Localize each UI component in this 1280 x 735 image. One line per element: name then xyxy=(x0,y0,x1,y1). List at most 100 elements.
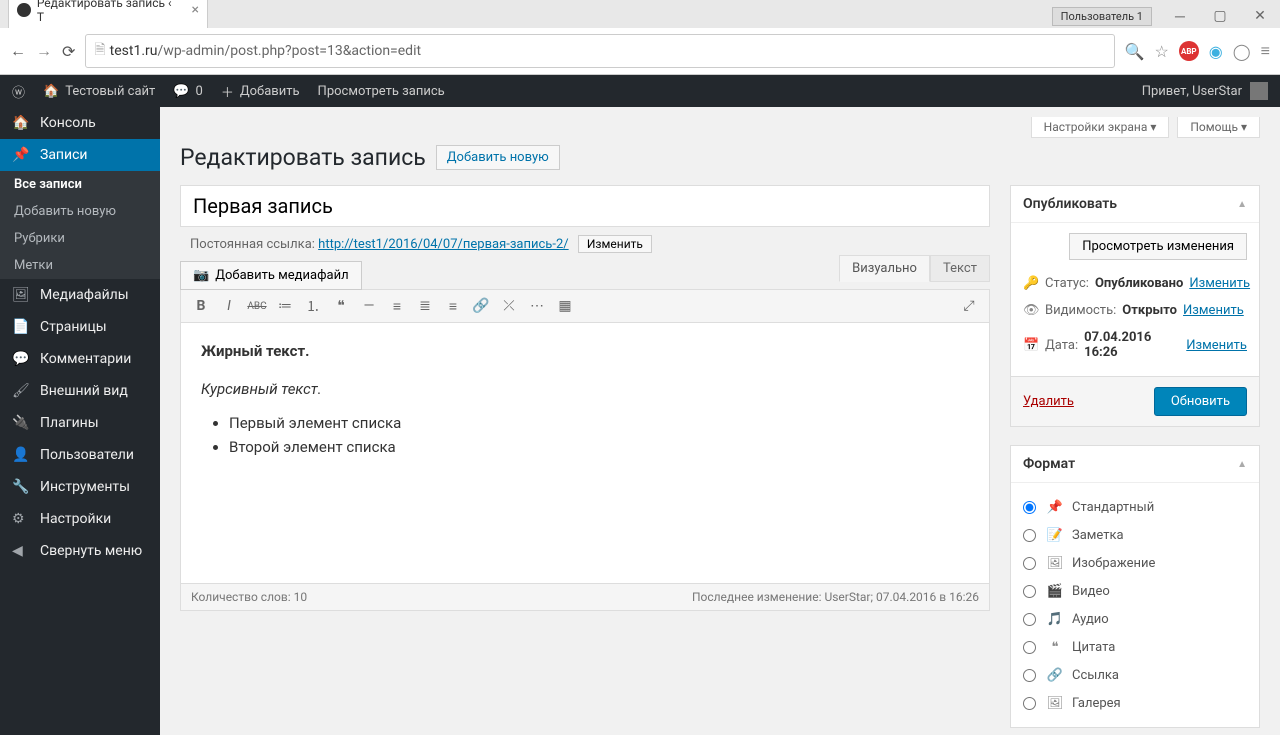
window-close-icon[interactable]: ✕ xyxy=(1240,4,1280,28)
last-edit: Последнее изменение: UserStar; 07.04.201… xyxy=(692,590,979,604)
zoom-icon[interactable]: 🔍 xyxy=(1125,42,1145,61)
chevron-down-icon: ▾ xyxy=(1150,120,1156,134)
help-toggle[interactable]: Помощь ▾ xyxy=(1177,117,1260,138)
nav-forward-icon[interactable]: → xyxy=(36,41,52,61)
submenu-add-new[interactable]: Добавить новую xyxy=(0,198,160,225)
bold-button[interactable]: B xyxy=(189,294,213,318)
numbered-list-button[interactable]: ⒈ xyxy=(301,294,325,318)
video-icon: 🎬 xyxy=(1046,582,1064,600)
format-aside[interactable]: 📝Заметка xyxy=(1023,521,1247,549)
menu-appearance[interactable]: 🖌Внешний вид xyxy=(0,375,160,407)
format-box: Формат ▲ 📌Стандартный 📝Заметка 🖼Изображе… xyxy=(1010,445,1260,728)
editor-tab-visual[interactable]: Визуально xyxy=(839,255,930,282)
posts-submenu: Все записи Добавить новую Рубрики Метки xyxy=(0,171,160,279)
menu-pages[interactable]: 📄Страницы xyxy=(0,311,160,343)
align-right-button[interactable]: ≡ xyxy=(441,294,465,318)
window-maximize-icon[interactable]: ▢ xyxy=(1200,4,1240,28)
link-button[interactable]: 🔗 xyxy=(469,294,493,318)
format-audio[interactable]: 🎵Аудио xyxy=(1023,605,1247,633)
preview-button[interactable]: Просмотреть изменения xyxy=(1069,233,1247,260)
menu-icon[interactable]: ≡ xyxy=(1261,41,1270,61)
more-button[interactable]: ⋯ xyxy=(525,294,549,318)
menu-tools[interactable]: 🔧Инструменты xyxy=(0,471,160,503)
bookmark-icon[interactable]: ☆ xyxy=(1154,42,1168,61)
update-button[interactable]: Обновить xyxy=(1154,387,1247,416)
browser-tab[interactable]: Редактировать запись ‹ Т × xyxy=(8,0,208,28)
menu-users[interactable]: 👤Пользователи xyxy=(0,439,160,471)
submenu-categories[interactable]: Рубрики xyxy=(0,225,160,252)
window-minimize-icon[interactable]: ─ xyxy=(1160,4,1200,28)
format-link[interactable]: 🔗Ссылка xyxy=(1023,661,1247,689)
content-italic: Курсивный текст. xyxy=(201,380,322,398)
calendar-icon: 📅 xyxy=(1023,338,1039,353)
url-protocol-icon: 🗎 xyxy=(94,39,105,63)
add-new-button[interactable]: Добавить новую xyxy=(436,145,560,170)
nav-reload-icon[interactable]: ⟳ xyxy=(62,42,75,61)
url-bar[interactable]: 🗎 test1.ru/wp-admin/post.php?post=13&act… xyxy=(85,34,1114,68)
kitchensink-button[interactable]: ▦ xyxy=(553,294,577,318)
format-video[interactable]: 🎬Видео xyxy=(1023,577,1247,605)
toggle-icon[interactable]: ▲ xyxy=(1237,199,1247,210)
quote-button[interactable]: ❝ xyxy=(329,294,353,318)
format-quote[interactable]: ❝Цитата xyxy=(1023,633,1247,661)
submenu-tags[interactable]: Метки xyxy=(0,252,160,279)
wp-admin-bar: ⓦ 🏠Тестовый сайт 💬0 ＋Добавить Просмотрет… xyxy=(0,75,1280,107)
user-badge[interactable]: Пользователь 1 xyxy=(1052,7,1152,26)
abp-icon[interactable]: ABP xyxy=(1179,41,1199,61)
editor-tab-text[interactable]: Текст xyxy=(930,255,990,282)
site-name[interactable]: 🏠Тестовый сайт xyxy=(43,84,155,99)
align-center-button[interactable]: ≣ xyxy=(413,294,437,318)
italic-button[interactable]: I xyxy=(217,294,241,318)
bullet-list-button[interactable]: ≔ xyxy=(273,294,297,318)
strike-button[interactable]: ABC xyxy=(245,294,269,318)
permalink-url[interactable]: http://test1/2016/04/07/первая-запись-2/ xyxy=(318,237,568,252)
menu-settings[interactable]: ⚙Настройки xyxy=(0,503,160,535)
edit-date-link[interactable]: Изменить xyxy=(1186,338,1247,353)
publish-box-title: Опубликовать xyxy=(1023,196,1117,212)
howdy[interactable]: Привет, UserStar xyxy=(1142,84,1242,99)
delete-link[interactable]: Удалить xyxy=(1023,394,1074,409)
extension-icon[interactable]: ◉ xyxy=(1209,42,1223,61)
add-media-button[interactable]: 📷Добавить медиафайл xyxy=(180,261,362,290)
content-bold: Жирный текст. xyxy=(201,342,309,360)
fullscreen-button[interactable]: ⤢ xyxy=(957,294,981,318)
url-host: test1.ru xyxy=(110,43,158,59)
unlink-button[interactable]: ⤫ xyxy=(497,294,521,318)
menu-posts[interactable]: 📌Записи xyxy=(0,139,160,171)
image-icon: 🖼 xyxy=(1046,554,1064,572)
dashboard-icon: 🏠 xyxy=(12,115,30,131)
link-icon: 🔗 xyxy=(1046,666,1064,684)
wp-logo[interactable]: ⓦ xyxy=(12,82,25,101)
menu-plugins[interactable]: 🔌Плагины xyxy=(0,407,160,439)
brush-icon: 🖌 xyxy=(12,383,30,399)
permalink-edit-button[interactable]: Изменить xyxy=(578,235,652,253)
format-image[interactable]: 🖼Изображение xyxy=(1023,549,1247,577)
menu-comments[interactable]: 💬Комментарии xyxy=(0,343,160,375)
post-title-input[interactable] xyxy=(180,185,990,227)
edit-visibility-link[interactable]: Изменить xyxy=(1183,303,1244,318)
menu-media[interactable]: 🖼Медиафайлы xyxy=(0,279,160,311)
user-icon: 👤 xyxy=(12,447,30,463)
menu-collapse[interactable]: ◀Свернуть меню xyxy=(0,535,160,567)
edit-status-link[interactable]: Изменить xyxy=(1189,276,1250,291)
view-post[interactable]: Просмотреть запись xyxy=(318,84,445,99)
editor-content[interactable]: Жирный текст. Курсивный текст. Первый эл… xyxy=(181,323,989,583)
toggle-icon[interactable]: ▲ xyxy=(1237,459,1247,470)
format-standard[interactable]: 📌Стандартный xyxy=(1023,493,1247,521)
format-gallery[interactable]: 🖼Галерея xyxy=(1023,689,1247,717)
tab-title: Редактировать запись ‹ Т xyxy=(37,0,180,24)
url-path: /wp-admin/post.php?post=13&action=edit xyxy=(158,43,422,59)
hr-button[interactable]: — xyxy=(357,294,381,318)
eye-icon: 👁 xyxy=(1023,303,1039,318)
avatar-icon[interactable] xyxy=(1250,82,1268,100)
nav-back-icon[interactable]: ← xyxy=(10,41,26,61)
add-new[interactable]: ＋Добавить xyxy=(221,82,300,101)
submenu-all-posts[interactable]: Все записи xyxy=(0,171,160,198)
profile-icon[interactable]: ◯ xyxy=(1233,42,1251,61)
comments-link[interactable]: 💬0 xyxy=(173,84,203,99)
align-left-button[interactable]: ≡ xyxy=(385,294,409,318)
tab-close-icon[interactable]: × xyxy=(192,2,199,18)
list-item: Второй элемент списка xyxy=(229,435,969,459)
screen-options-toggle[interactable]: Настройки экрана ▾ xyxy=(1031,117,1170,138)
menu-dashboard[interactable]: 🏠Консоль xyxy=(0,107,160,139)
